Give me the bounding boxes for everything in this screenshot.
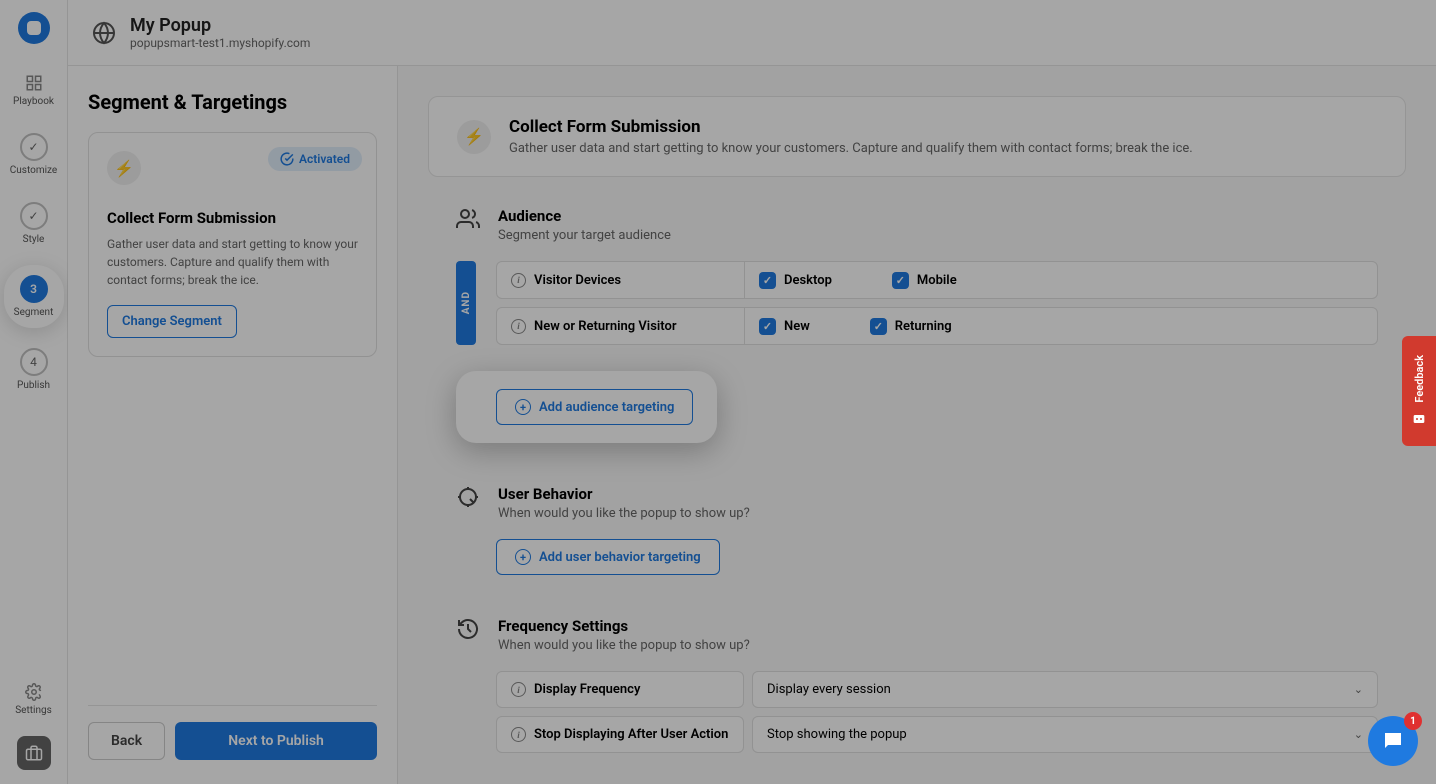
stop-displaying-select[interactable]: Stop showing the popup ⌄ <box>752 716 1378 753</box>
frequency-section: Frequency Settings When would you like t… <box>428 605 1406 773</box>
nav-label: Publish <box>17 380 50 391</box>
info-icon: i <box>511 727 526 742</box>
check-circle-icon <box>280 152 294 166</box>
frequency-row: i Stop Displaying After User Action Stop… <box>496 716 1378 753</box>
section-desc: When would you like the popup to show up… <box>498 506 750 521</box>
target-row-visitor-type[interactable]: i New or Returning Visitor ✓ New ✓ Retur… <box>496 307 1378 345</box>
bolt-icon: ⚡ <box>107 151 141 185</box>
next-button[interactable]: Next to Publish <box>175 722 377 760</box>
nav-label: Style <box>23 234 45 245</box>
row-label: Stop Displaying After User Action <box>534 727 728 742</box>
checkbox-icon: ✓ <box>892 272 909 289</box>
section-title: Frequency Settings <box>498 617 750 635</box>
nav-customize[interactable]: Customize <box>4 127 64 182</box>
section-title: User Behavior <box>498 485 750 503</box>
option-label: New <box>784 319 810 334</box>
nav-label: Segment <box>14 307 54 318</box>
button-label: Add user behavior targeting <box>539 550 701 565</box>
row-label: Visitor Devices <box>534 273 621 288</box>
segment-card-desc: Gather user data and start getting to kn… <box>107 235 358 289</box>
app-logo[interactable] <box>18 12 50 44</box>
behavior-section: User Behavior When would you like the po… <box>428 473 1406 587</box>
nav-publish[interactable]: 4 Publish <box>4 342 64 397</box>
history-icon <box>456 617 480 641</box>
nav-playbook[interactable]: Playbook <box>4 68 64 113</box>
hero-desc: Gather user data and start getting to kn… <box>509 141 1193 156</box>
nav-settings[interactable]: Settings <box>4 677 64 722</box>
plus-circle-icon: + <box>515 549 531 565</box>
checkbox-mobile[interactable]: ✓ Mobile <box>892 272 957 289</box>
nav-label: Settings <box>15 705 52 716</box>
sidebar-rail: Playbook Customize Style 3 Segment 4 Pub… <box>0 0 68 784</box>
frequency-select[interactable]: Display every session ⌄ <box>752 671 1378 708</box>
nav-style[interactable]: Style <box>4 196 64 251</box>
segment-card: Activated ⚡ Collect Form Submission Gath… <box>88 132 377 357</box>
add-behavior-button[interactable]: + Add user behavior targeting <box>496 539 720 575</box>
step-number-icon: 3 <box>20 275 48 303</box>
chevron-down-icon: ⌄ <box>1354 728 1363 741</box>
checkbox-icon: ✓ <box>759 318 776 335</box>
feedback-label: Feedback <box>1413 355 1426 403</box>
checkbox-new[interactable]: ✓ New <box>759 318 810 335</box>
section-desc: When would you like the popup to show up… <box>498 638 750 653</box>
back-button[interactable]: Back <box>88 722 165 760</box>
nav-segment[interactable]: 3 Segment <box>4 265 64 328</box>
globe-icon <box>92 21 116 45</box>
option-label: Desktop <box>784 273 832 288</box>
option-label: Mobile <box>917 273 957 288</box>
select-value: Display every session <box>767 682 891 697</box>
check-circle-icon <box>20 202 48 230</box>
step-number-icon: 4 <box>20 348 48 376</box>
checkbox-desktop[interactable]: ✓ Desktop <box>759 272 832 289</box>
hero-card: ⚡ Collect Form Submission Gather user da… <box>428 96 1406 177</box>
bolt-icon: ⚡ <box>457 120 491 154</box>
page-title: My Popup <box>130 15 310 36</box>
feedback-tab[interactable]: Feedback <box>1402 336 1436 446</box>
change-segment-button[interactable]: Change Segment <box>107 305 237 338</box>
row-label: New or Returning Visitor <box>534 319 677 334</box>
panel-title: Segment & Targetings <box>88 90 377 114</box>
row-label: Display Frequency <box>534 682 640 697</box>
info-icon: i <box>511 682 526 697</box>
segment-card-title: Collect Form Submission <box>107 209 358 227</box>
hero-title: Collect Form Submission <box>509 117 1193 137</box>
option-label: Returning <box>895 319 952 334</box>
feedback-icon <box>1411 411 1427 427</box>
chevron-down-icon: ⌄ <box>1354 683 1363 696</box>
info-icon: i <box>511 273 526 288</box>
button-label: Add audience targeting <box>539 400 674 415</box>
check-circle-icon <box>20 133 48 161</box>
and-connector: AND <box>456 261 476 345</box>
briefcase-icon <box>25 744 43 762</box>
section-desc: Segment your target audience <box>498 228 671 243</box>
checkbox-icon: ✓ <box>759 272 776 289</box>
add-audience-button[interactable]: + Add audience targeting <box>496 389 693 425</box>
cursor-click-icon <box>456 485 480 509</box>
checkbox-returning[interactable]: ✓ Returning <box>870 318 952 335</box>
badge-label: Activated <box>299 152 350 166</box>
activated-badge: Activated <box>268 147 362 171</box>
nav-label: Playbook <box>13 96 54 107</box>
nav-toolbox[interactable] <box>17 736 51 770</box>
plus-circle-icon: + <box>515 399 531 415</box>
chat-bubble[interactable]: 1 <box>1368 716 1418 766</box>
frequency-row: i Display Frequency Display every sessio… <box>496 671 1378 708</box>
left-panel: Segment & Targetings Activated ⚡ Collect… <box>68 66 398 784</box>
target-row-devices[interactable]: i Visitor Devices ✓ Desktop ✓ Mobile <box>496 261 1378 299</box>
info-icon: i <box>511 319 526 334</box>
people-icon <box>456 207 480 231</box>
checkbox-icon: ✓ <box>870 318 887 335</box>
audience-section: Audience Segment your target audience AN… <box>428 195 1406 455</box>
add-audience-highlight: + Add audience targeting <box>456 371 717 443</box>
chat-icon <box>1381 729 1405 753</box>
gear-icon <box>25 683 43 701</box>
section-title: Audience <box>498 207 671 225</box>
page-subtitle: popupsmart-test1.myshopify.com <box>130 36 310 50</box>
header: My Popup popupsmart-test1.myshopify.com <box>68 0 1436 66</box>
main-content: ⚡ Collect Form Submission Gather user da… <box>398 66 1436 784</box>
chat-badge: 1 <box>1404 712 1422 730</box>
select-value: Stop showing the popup <box>767 727 907 742</box>
nav-label: Customize <box>10 165 57 176</box>
grid-icon <box>25 74 43 92</box>
